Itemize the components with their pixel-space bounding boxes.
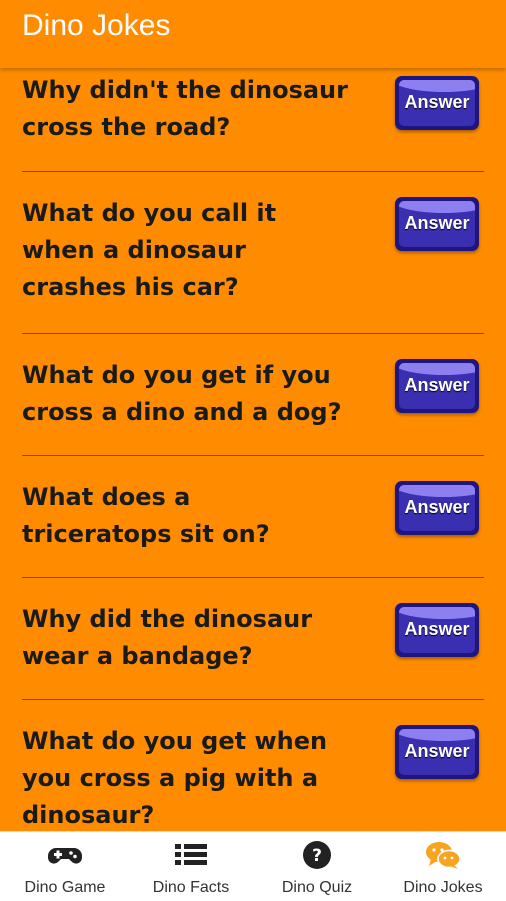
- joke-question: What do you get when you cross a pig wit…: [22, 727, 328, 829]
- nav-label: Dino Facts: [152, 879, 230, 896]
- nav-item-dino-quiz[interactable]: ? Dino Quiz: [254, 832, 380, 901]
- answer-button[interactable]: Answer: [395, 481, 479, 535]
- app-bar: Dino Jokes: [0, 0, 506, 68]
- joke-question: Why didn't the dinosaur cross the road?: [22, 76, 348, 141]
- divider: [22, 699, 484, 700]
- nav-label: Dino Game: [24, 879, 106, 896]
- divider: [22, 577, 484, 578]
- answer-button-label: Answer: [404, 741, 470, 761]
- nav-label: Dino Quiz: [281, 879, 353, 896]
- answer-button-label: Answer: [404, 375, 470, 395]
- answer-button[interactable]: Answer: [395, 603, 479, 657]
- question-circle-icon: ?: [303, 841, 331, 869]
- nav-item-dino-jokes[interactable]: Dino Jokes: [380, 832, 506, 901]
- joke-question: What do you get if you cross a dino and …: [22, 361, 342, 426]
- divider: [22, 333, 484, 334]
- joke-question: What do you call it when a dinosaur cras…: [22, 199, 277, 301]
- gamepad-icon: [48, 848, 82, 864]
- joke-question: What does a triceratops sit on?: [22, 483, 270, 548]
- answer-button[interactable]: Answer: [395, 359, 479, 413]
- nav-label: Dino Jokes: [403, 879, 483, 896]
- jokes-list[interactable]: Why didn't the dinosaur cross the road? …: [0, 68, 506, 831]
- answer-button-label: Answer: [404, 92, 470, 112]
- divider: [22, 171, 484, 172]
- chat-bubbles-icon: [426, 842, 461, 869]
- answer-button-label: Answer: [404, 213, 470, 233]
- answer-button[interactable]: Answer: [395, 197, 479, 251]
- page-title: Dino Jokes: [22, 9, 171, 42]
- joke-question: Why did the dinosaur wear a bandage?: [22, 605, 313, 670]
- answer-button[interactable]: Answer: [395, 76, 479, 130]
- nav-item-dino-facts[interactable]: Dino Facts: [128, 832, 254, 901]
- answer-button-label: Answer: [404, 619, 470, 639]
- answer-button[interactable]: Answer: [395, 725, 479, 779]
- nav-item-dino-game[interactable]: Dino Game: [2, 832, 128, 901]
- divider: [22, 455, 484, 456]
- list-icon: [175, 844, 207, 865]
- svg-text:?: ?: [312, 846, 322, 866]
- bottom-navigation: Dino Game Dino Facts ? Dino Quiz Dino Jo…: [0, 831, 506, 901]
- answer-button-label: Answer: [404, 497, 470, 517]
